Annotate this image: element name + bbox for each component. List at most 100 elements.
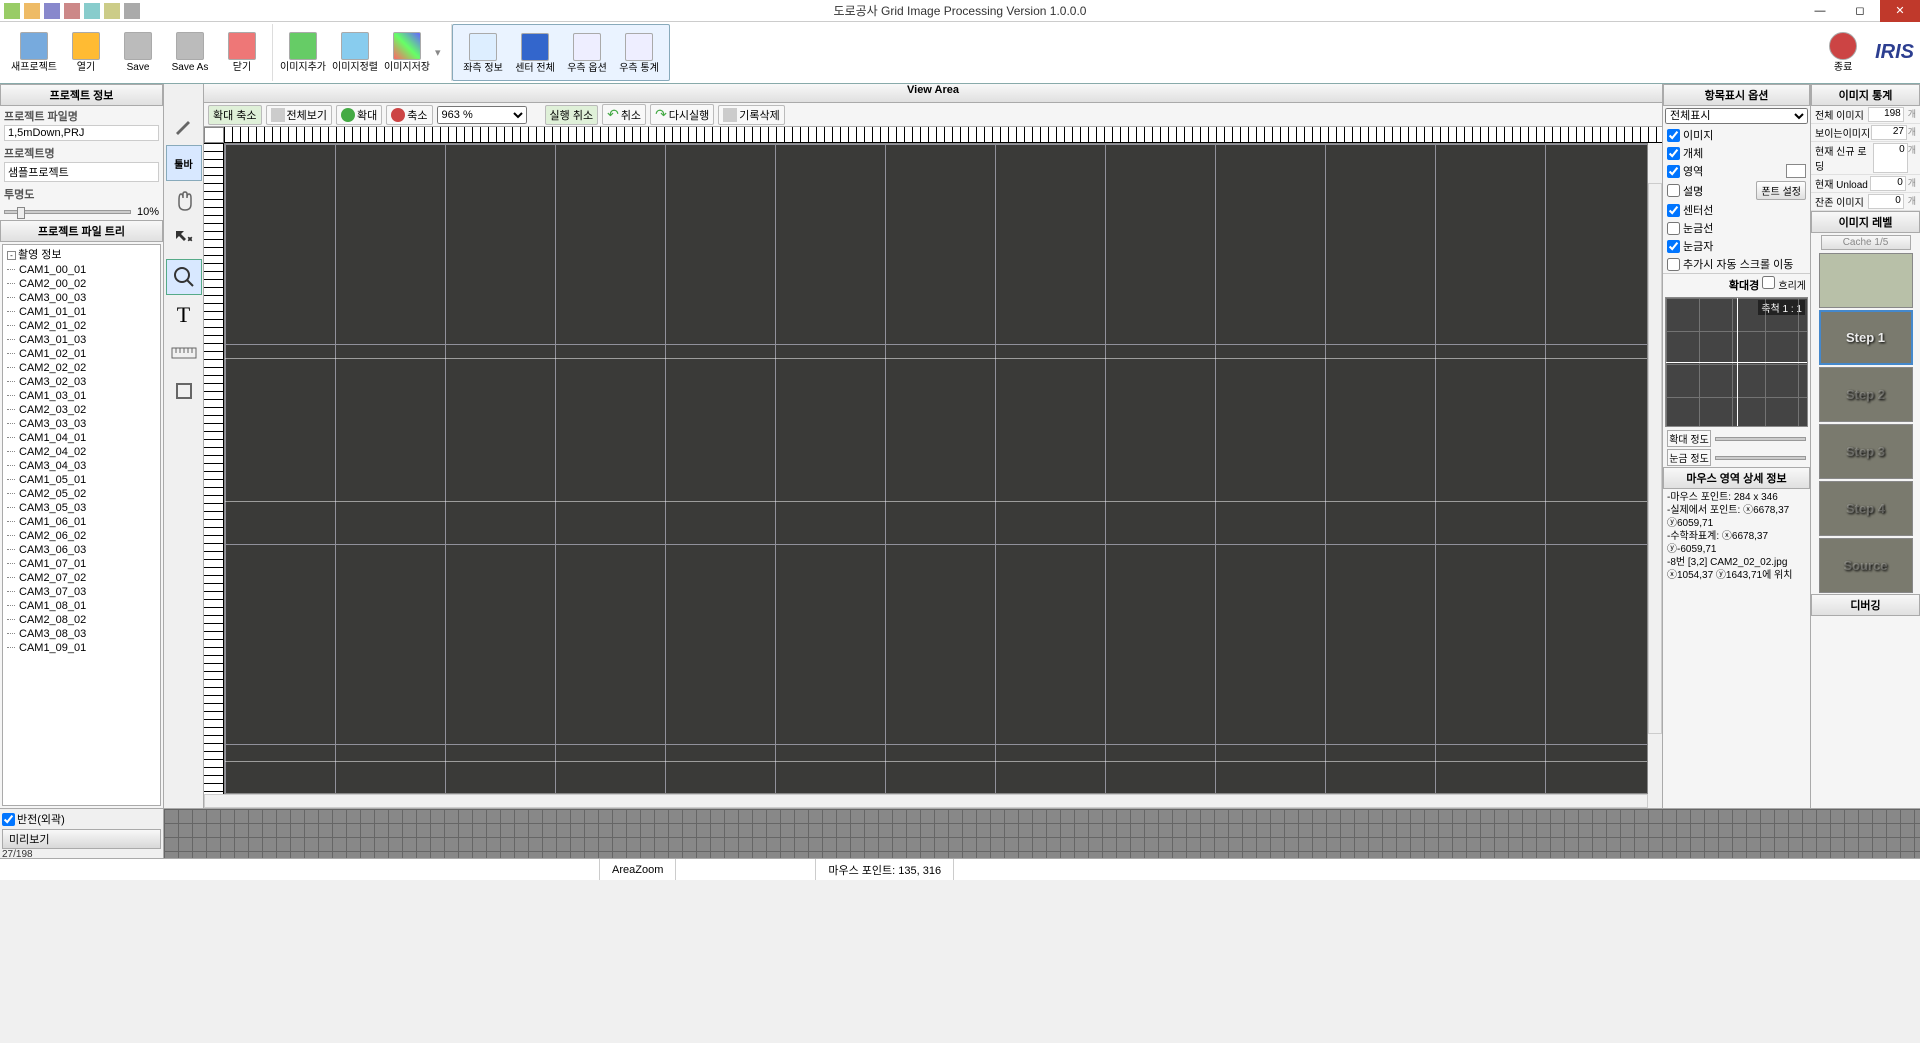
tree-item[interactable]: CAM3_03_03 bbox=[3, 417, 160, 431]
tree-item[interactable]: CAM2_03_02 bbox=[3, 403, 160, 417]
preview-content[interactable] bbox=[164, 809, 1920, 858]
move-tool[interactable] bbox=[166, 221, 202, 257]
tree-item[interactable]: CAM3_05_03 bbox=[3, 501, 160, 515]
chk-reverse[interactable] bbox=[2, 813, 15, 826]
tree-item[interactable]: CAM1_03_01 bbox=[3, 389, 160, 403]
thumb-step2[interactable]: Step 2 bbox=[1819, 367, 1913, 422]
right-option-button[interactable]: 우측 옵션 bbox=[563, 25, 611, 81]
tree-item[interactable]: CAM2_00_02 bbox=[3, 277, 160, 291]
tree-item[interactable]: CAM3_02_03 bbox=[3, 375, 160, 389]
text-tool[interactable]: T bbox=[166, 297, 202, 333]
pen-tool[interactable] bbox=[166, 107, 202, 143]
image-add-button[interactable]: 이미지추가 bbox=[279, 24, 327, 80]
thumb-step3[interactable]: Step 3 bbox=[1819, 424, 1913, 479]
close-button[interactable]: ✕ bbox=[1880, 0, 1920, 22]
undo-button[interactable]: ↶취소 bbox=[602, 104, 646, 125]
chk-autoscroll[interactable] bbox=[1667, 258, 1680, 271]
tree-root[interactable]: -촬영 정보 bbox=[3, 245, 160, 263]
thumb-source[interactable]: Source bbox=[1819, 538, 1913, 593]
chk-ruler[interactable] bbox=[1667, 240, 1680, 253]
mouse-info-header: 마우스 영역 상세 정보 bbox=[1663, 467, 1810, 489]
cache-button[interactable]: Cache 1/5 bbox=[1821, 235, 1911, 250]
opacity-slider[interactable] bbox=[4, 210, 131, 214]
thumb-preview[interactable] bbox=[1819, 253, 1913, 308]
grid-slider[interactable] bbox=[1715, 456, 1806, 460]
tree-item[interactable]: CAM1_04_01 bbox=[3, 431, 160, 445]
tree-item[interactable]: CAM2_02_02 bbox=[3, 361, 160, 375]
magnifier: 축척 1 : 1 bbox=[1665, 297, 1808, 427]
right-stats-button[interactable]: 우측 통계 bbox=[615, 25, 663, 81]
tree-item[interactable]: CAM2_08_02 bbox=[3, 613, 160, 627]
chk-desc[interactable] bbox=[1667, 184, 1680, 197]
tree-item[interactable]: CAM3_01_03 bbox=[3, 333, 160, 347]
open-button[interactable]: 열기 bbox=[62, 24, 110, 80]
image-align-button[interactable]: 이미지정렬 bbox=[331, 24, 379, 80]
project-tree[interactable]: -촬영 정보 CAM1_00_01CAM2_00_02CAM3_00_03CAM… bbox=[2, 244, 161, 806]
thumb-step1[interactable]: Step 1 bbox=[1819, 310, 1913, 365]
qat-icon[interactable] bbox=[124, 3, 140, 19]
display-options-header: 항목표시 옵션 bbox=[1663, 84, 1810, 106]
tree-item[interactable]: CAM3_04_03 bbox=[3, 459, 160, 473]
redo-button[interactable]: ↷다시실행 bbox=[650, 104, 714, 125]
tree-item[interactable]: CAM1_08_01 bbox=[3, 599, 160, 613]
chk-object[interactable] bbox=[1667, 147, 1680, 160]
tree-item[interactable]: CAM1_01_01 bbox=[3, 305, 160, 319]
minimize-button[interactable]: — bbox=[1800, 0, 1840, 22]
chk-center[interactable] bbox=[1667, 204, 1680, 217]
zoom-in-button[interactable]: 확대 bbox=[336, 105, 382, 125]
save-button[interactable]: Save bbox=[114, 24, 162, 80]
thumb-step4[interactable]: Step 4 bbox=[1819, 481, 1913, 536]
tree-item[interactable]: CAM2_01_02 bbox=[3, 319, 160, 333]
exit-button[interactable]: 종료 bbox=[1819, 24, 1867, 80]
ruler-tool[interactable] bbox=[166, 335, 202, 371]
tree-item[interactable]: CAM3_07_03 bbox=[3, 585, 160, 599]
qat-new-icon[interactable] bbox=[4, 3, 20, 19]
maximize-button[interactable]: ◻ bbox=[1840, 0, 1880, 22]
tree-item[interactable]: CAM3_08_03 bbox=[3, 627, 160, 641]
chk-area[interactable] bbox=[1667, 165, 1680, 178]
qat-open-icon[interactable] bbox=[24, 3, 40, 19]
canvas[interactable] bbox=[224, 143, 1648, 794]
tree-item[interactable]: CAM1_00_01 bbox=[3, 263, 160, 277]
chk-grid[interactable] bbox=[1667, 222, 1680, 235]
close-project-button[interactable]: 닫기 bbox=[218, 24, 266, 80]
chk-image[interactable] bbox=[1667, 129, 1680, 142]
tree-item[interactable]: CAM1_06_01 bbox=[3, 515, 160, 529]
chk-outline[interactable] bbox=[1762, 276, 1775, 289]
font-settings-button[interactable]: 폰트 설정 bbox=[1756, 181, 1806, 200]
area-color[interactable] bbox=[1786, 164, 1806, 178]
tree-item[interactable]: CAM1_07_01 bbox=[3, 557, 160, 571]
scrollbar-vertical[interactable] bbox=[1648, 183, 1662, 734]
tree-item[interactable]: CAM1_05_01 bbox=[3, 473, 160, 487]
zoom-tool[interactable] bbox=[166, 259, 202, 295]
zoom-out-button[interactable]: 축소 bbox=[386, 105, 432, 125]
qat-icon[interactable] bbox=[104, 3, 120, 19]
toolbar-label[interactable]: 툴바 bbox=[166, 145, 202, 181]
clear-history-button[interactable]: 기록삭제 bbox=[718, 105, 784, 125]
zoom-select[interactable]: 963 % bbox=[437, 106, 527, 124]
hand-tool[interactable] bbox=[166, 183, 202, 219]
tree-item[interactable]: CAM2_05_02 bbox=[3, 487, 160, 501]
view-all-button[interactable]: 전체보기 bbox=[266, 105, 332, 125]
save-as-button[interactable]: Save As bbox=[166, 24, 214, 80]
image-save-button[interactable]: 이미지저장 bbox=[383, 24, 431, 80]
tree-item[interactable]: CAM3_06_03 bbox=[3, 543, 160, 557]
left-info-button[interactable]: 좌측 정보 bbox=[459, 25, 507, 81]
scrollbar-horizontal[interactable] bbox=[204, 794, 1648, 808]
tree-item[interactable]: CAM2_07_02 bbox=[3, 571, 160, 585]
tree-header: 프로젝트 파일 트리 bbox=[0, 220, 163, 242]
display-select[interactable]: 전체표시 bbox=[1665, 108, 1808, 124]
zoom-slider[interactable] bbox=[1715, 437, 1806, 441]
tree-item[interactable]: CAM2_06_02 bbox=[3, 529, 160, 543]
center-all-button[interactable]: 센터 전체 bbox=[511, 25, 559, 81]
qat-icon[interactable] bbox=[84, 3, 100, 19]
qat-icon[interactable] bbox=[64, 3, 80, 19]
tree-item[interactable]: CAM1_02_01 bbox=[3, 347, 160, 361]
rect-tool[interactable] bbox=[166, 373, 202, 409]
new-project-button[interactable]: 새프로젝트 bbox=[10, 24, 58, 80]
tree-item[interactable]: CAM2_04_02 bbox=[3, 445, 160, 459]
title-bar: 도로공사 Grid Image Processing Version 1.0.0… bbox=[0, 0, 1920, 22]
tree-item[interactable]: CAM3_00_03 bbox=[3, 291, 160, 305]
tree-item[interactable]: CAM1_09_01 bbox=[3, 641, 160, 655]
qat-save-icon[interactable] bbox=[44, 3, 60, 19]
